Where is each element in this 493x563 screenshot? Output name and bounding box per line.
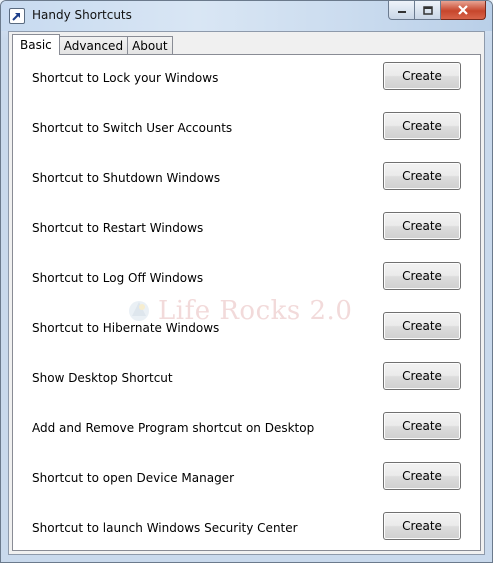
shortcut-label: Shortcut to launch Windows Security Cent… xyxy=(32,521,298,535)
shortcut-label: Shortcut to Lock your Windows xyxy=(32,71,219,85)
tab-about[interactable]: About xyxy=(128,36,173,55)
shortcut-label: Show Desktop Shortcut xyxy=(32,371,173,385)
create-shutdown-shortcut-button[interactable]: Create xyxy=(383,162,461,190)
shortcut-row: Shortcut to open Device Manager Create xyxy=(13,462,480,492)
tab-strip: Basic Advanced About xyxy=(12,34,173,55)
window-title: Handy Shortcuts xyxy=(32,8,132,22)
tab-basic[interactable]: Basic xyxy=(12,34,60,55)
shortcut-row: Shortcut to launch Windows Security Cent… xyxy=(13,512,480,542)
shortcut-label: Add and Remove Program shortcut on Deskt… xyxy=(32,421,315,435)
shortcut-row: Add and Remove Program shortcut on Deskt… xyxy=(13,412,480,442)
create-show-desktop-shortcut-button[interactable]: Create xyxy=(383,362,461,390)
shortcut-row: Shortcut to Lock your Windows Create xyxy=(13,62,480,92)
shortcut-arrow-icon[interactable] xyxy=(9,8,25,24)
shortcut-row: Shortcut to Switch User Accounts Create xyxy=(13,112,480,142)
caption-buttons xyxy=(388,1,486,21)
shortcut-row: Shortcut to Restart Windows Create xyxy=(13,212,480,242)
client-area: Basic Advanced About Shortcut to Lock yo… xyxy=(8,31,485,555)
shortcut-row: Shortcut to Shutdown Windows Create xyxy=(13,162,480,192)
shortcut-label: Shortcut to Hibernate Windows xyxy=(32,321,220,335)
shortcut-label: Shortcut to Log Off Windows xyxy=(32,271,204,285)
shortcut-label: Shortcut to Restart Windows xyxy=(32,221,204,235)
title-bar[interactable]: Handy Shortcuts xyxy=(1,1,492,31)
create-restart-shortcut-button[interactable]: Create xyxy=(383,212,461,240)
shortcut-label: Shortcut to Shutdown Windows xyxy=(32,171,221,185)
create-logoff-shortcut-button[interactable]: Create xyxy=(383,262,461,290)
create-device-manager-shortcut-button[interactable]: Create xyxy=(383,462,461,490)
app-window: Handy Shortcuts Basic Advanced About Sho… xyxy=(0,0,493,563)
close-icon xyxy=(458,5,468,15)
shortcut-row: Shortcut to Log Off Windows Create xyxy=(13,262,480,292)
tab-advanced[interactable]: Advanced xyxy=(59,36,129,55)
create-hibernate-shortcut-button[interactable]: Create xyxy=(383,312,461,340)
maximize-icon xyxy=(422,5,433,15)
shortcut-label: Shortcut to Switch User Accounts xyxy=(32,121,233,135)
minimize-button[interactable] xyxy=(388,1,415,20)
close-button[interactable] xyxy=(441,1,486,20)
shortcut-row: Show Desktop Shortcut Create xyxy=(13,362,480,392)
shortcut-row: Shortcut to Hibernate Windows Create xyxy=(13,312,480,342)
create-switch-user-shortcut-button[interactable]: Create xyxy=(383,112,461,140)
maximize-button[interactable] xyxy=(415,1,441,20)
create-lock-shortcut-button[interactable]: Create xyxy=(383,62,461,90)
create-add-remove-programs-shortcut-button[interactable]: Create xyxy=(383,412,461,440)
create-security-center-shortcut-button[interactable]: Create xyxy=(383,512,461,540)
shortcut-label: Shortcut to open Device Manager xyxy=(32,471,235,485)
minimize-icon xyxy=(397,11,406,13)
basic-tab-panel: Shortcut to Lock your Windows Create Sho… xyxy=(12,54,481,551)
